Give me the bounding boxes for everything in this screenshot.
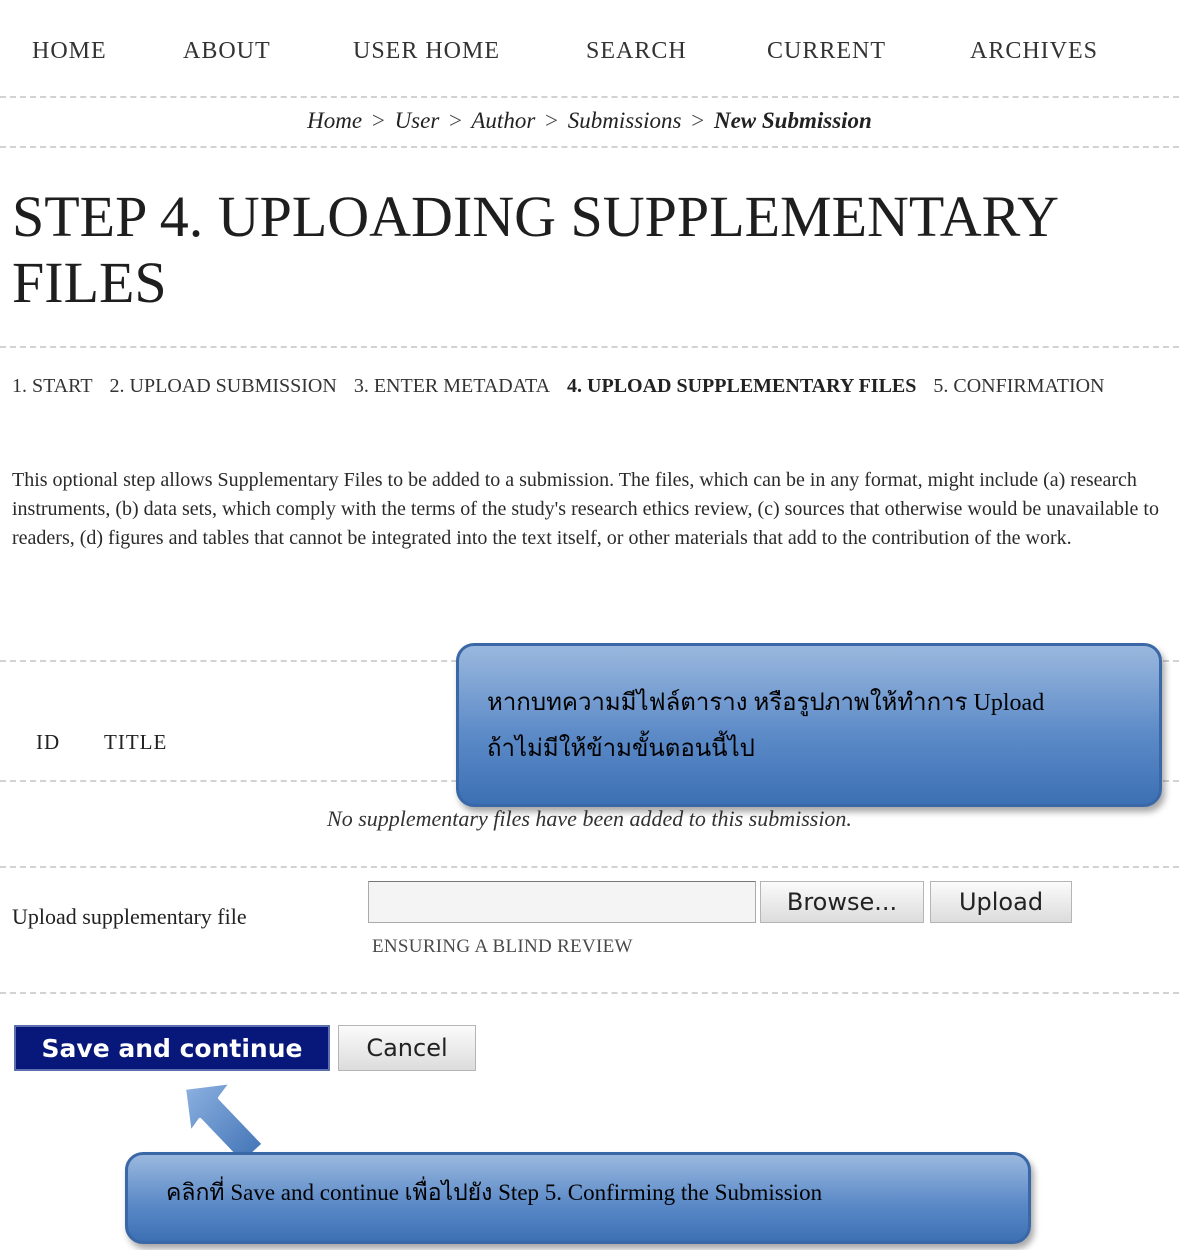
upload-tip-line1: หากบทความมีไฟล์ตาราง หรือรูปภาพให้ทำการ … [487,690,1045,716]
nav-about[interactable]: ABOUT [183,38,271,65]
nav-archives[interactable]: ARCHIVES [970,38,1098,65]
upload-button[interactable]: Upload [930,881,1072,923]
step-enter-metadata: 3. ENTER METADATA [353,375,551,397]
step-indicator: 1. START 2. UPLOAD SUBMISSION 3. ENTER M… [12,372,1177,400]
breadcrumb-separator: > [691,108,705,133]
empty-files-message: No supplementary files have been added t… [327,806,852,831]
step-upload-supplementary-files: 4. UPLOAD SUPPLEMENTARY FILES [567,375,917,397]
save-and-continue-button[interactable]: Save and continue [14,1025,330,1071]
file-path-input[interactable] [368,881,756,923]
save-tip-text: คลิกที่ Save and continue เพื่อไปยัง Ste… [166,1180,823,1205]
cancel-button[interactable]: Cancel [338,1025,476,1071]
step-start: 1. START [12,375,93,397]
step-confirmation: 5. CONFIRMATION [933,375,1105,397]
breadcrumb: Home > User > Author > Submissions > New… [0,108,1179,134]
divider [0,146,1179,148]
upload-tip-callout: หากบทความมีไฟล์ตาราง หรือรูปภาพให้ทำการ … [456,643,1162,807]
intro-text: This optional step allows Supplementary … [12,469,1159,549]
breadcrumb-separator: > [545,108,558,133]
breadcrumb-current[interactable]: New Submission [714,108,872,133]
nav-current[interactable]: CURRENT [767,38,886,65]
column-header-id: ID [36,730,61,754]
divider [0,96,1179,98]
breadcrumb-separator: > [449,108,463,133]
browse-button[interactable]: Browse... [760,881,924,923]
column-header-title: TITLE [104,730,168,754]
blind-review-link[interactable]: ENSURING A BLIND REVIEW [372,936,633,958]
save-tip-callout: คลิกที่ Save and continue เพื่อไปยัง Ste… [125,1152,1031,1244]
breadcrumb-user[interactable]: User [395,108,440,133]
breadcrumb-separator: > [371,108,385,133]
divider [0,346,1179,348]
breadcrumb-home[interactable]: Home [307,108,362,133]
nav-home[interactable]: HOME [32,38,107,65]
step-upload-submission: 2. UPLOAD SUBMISSION [109,375,337,397]
breadcrumb-submissions[interactable]: Submissions [568,108,682,133]
nav-search[interactable]: SEARCH [586,38,687,65]
breadcrumb-author[interactable]: Author [471,108,535,133]
top-nav: HOME ABOUT USER HOME SEARCH CURRENT ARCH… [0,38,1179,78]
page-title: STEP 4. UPLOADING SUPPLEMENTARY FILES [12,184,1057,315]
divider [0,866,1179,868]
nav-user-home[interactable]: USER HOME [353,38,500,65]
divider [0,992,1179,994]
upload-label: Upload supplementary file [12,904,247,929]
upload-tip-line2: ถ้าไม่มีให้ข้ามขั้นตอนนี้ไป [487,736,755,762]
